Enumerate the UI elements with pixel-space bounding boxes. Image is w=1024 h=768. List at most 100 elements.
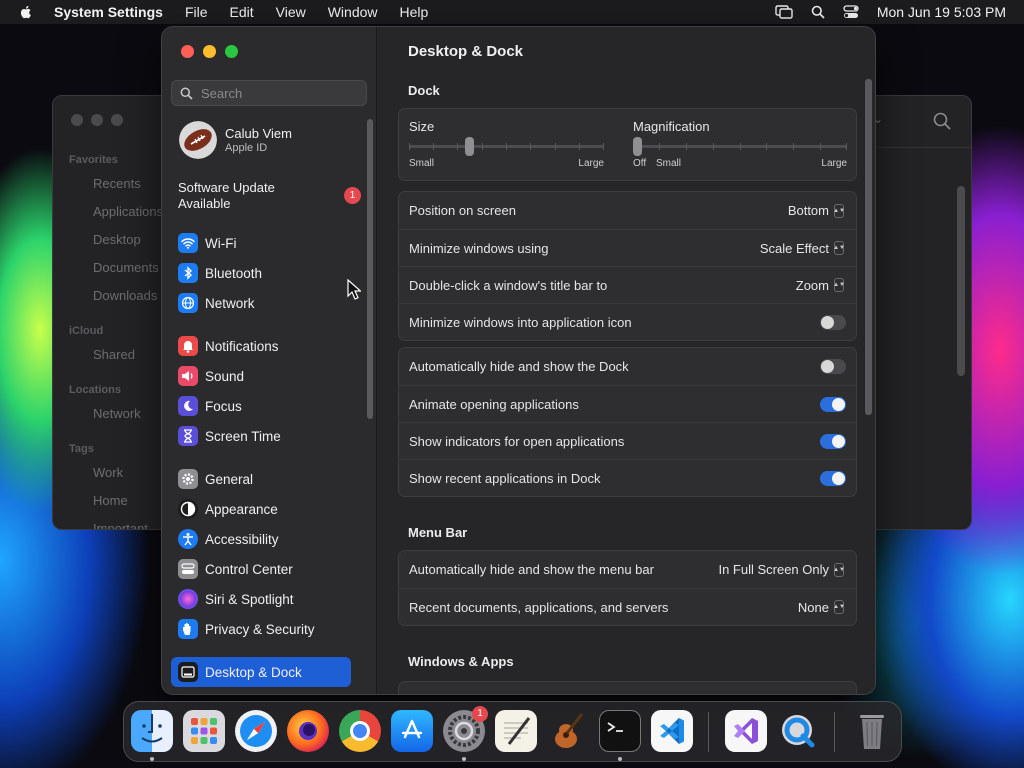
updown-arrows-icon: ▲▼ <box>833 241 845 255</box>
position-on-screen-row[interactable]: Position on screen Bottom ▲▼ <box>399 192 856 229</box>
chrome-app-icon[interactable] <box>339 710 381 752</box>
sidebar-item-wifi[interactable]: Wi-Fi <box>171 228 351 258</box>
autohide-dock-toggle[interactable] <box>820 359 846 374</box>
position-popup[interactable]: Bottom ▲▼ <box>788 203 845 218</box>
dock-separator <box>834 712 835 752</box>
finder-close-button[interactable] <box>71 114 83 126</box>
finder-app-icon[interactable] <box>131 710 173 752</box>
textedit-app-icon[interactable] <box>495 710 537 752</box>
apple-logo-icon[interactable] <box>18 4 34 20</box>
size-max-label: Large <box>578 158 604 169</box>
double-click-title-row[interactable]: Double-click a window's title bar to Zoo… <box>399 266 856 303</box>
popup-value: Scale Effect <box>759 240 829 256</box>
launchpad-app-icon[interactable] <box>183 710 225 752</box>
size-slider[interactable]: Size Small Large <box>409 109 604 181</box>
sidebar-item-sound[interactable]: Sound <box>171 361 351 391</box>
minimize-into-icon-row[interactable]: Minimize windows into application icon <box>399 303 856 340</box>
magnification-slider-thumb[interactable] <box>633 137 642 156</box>
updown-arrows-icon: ▲▼ <box>833 203 845 218</box>
sidebar-item-notifications[interactable]: Notifications <box>171 331 351 361</box>
spotlight-search-icon[interactable] <box>811 5 825 19</box>
sidebar-item-siri-spotlight[interactable]: Siri & Spotlight <box>171 584 351 614</box>
finder-item-documents[interactable]: Documents <box>93 260 163 275</box>
minimize-effect-popup[interactable]: Scale Effect ▲▼ <box>759 240 845 256</box>
sidebar-item-control-center[interactable]: Control Center <box>171 554 351 584</box>
firefox-app-icon[interactable] <box>287 710 329 752</box>
instruments-app-icon[interactable] <box>547 710 589 752</box>
minimize-effect-row[interactable]: Minimize windows using Scale Effect ▲▼ <box>399 229 856 266</box>
finder-scrollbar[interactable] <box>957 186 965 376</box>
sidebar-item-network[interactable]: Network <box>171 288 351 318</box>
finder-item-recents[interactable]: Recents <box>93 176 163 191</box>
menu-view[interactable]: View <box>276 4 306 20</box>
animate-opening-row[interactable]: Animate opening applications <box>399 385 856 422</box>
menu-help[interactable]: Help <box>400 4 429 20</box>
section-title-windows-apps: Windows & Apps <box>408 654 514 669</box>
minimize-button[interactable] <box>203 45 216 58</box>
screen-mirroring-icon[interactable] <box>775 5 793 19</box>
finder-item-desktop[interactable]: Desktop <box>93 232 163 247</box>
sidebar-item-bluetooth[interactable]: Bluetooth <box>171 258 351 288</box>
finder-item-network[interactable]: Network <box>93 406 163 421</box>
menu-app-name[interactable]: System Settings <box>54 4 163 20</box>
sidebar-item-appearance[interactable]: Appearance <box>171 494 351 524</box>
finder-item-shared[interactable]: Shared <box>93 347 163 362</box>
finder-item-work[interactable]: Work <box>93 465 163 480</box>
double-click-popup[interactable]: Zoom ▲▼ <box>796 278 845 293</box>
finder-item-important[interactable]: Important <box>93 521 163 529</box>
autohide-menubar-popup[interactable]: In Full Screen Only ▲▼ <box>718 562 845 577</box>
finder-item-home[interactable]: Home <box>93 493 163 508</box>
menu-window[interactable]: Window <box>328 4 378 20</box>
show-recent-apps-row[interactable]: Show recent applications in Dock <box>399 459 856 496</box>
content-scrollbar[interactable] <box>865 79 872 415</box>
sidebar-item-accessibility[interactable]: Accessibility <box>171 524 351 554</box>
quicktime-app-icon[interactable] <box>777 710 819 752</box>
finder-item-downloads[interactable]: Downloads <box>93 288 163 303</box>
sidebar-scrollbar[interactable] <box>367 119 373 419</box>
autohide-menubar-row[interactable]: Automatically hide and show the menu bar… <box>399 551 856 588</box>
menu-clock[interactable]: Mon Jun 19 5:03 PM <box>877 4 1006 20</box>
animate-opening-toggle[interactable] <box>820 396 846 412</box>
finder-item-applications[interactable]: Applications <box>93 204 163 219</box>
trash-icon[interactable] <box>851 710 893 752</box>
control-center-menu-icon[interactable] <box>843 5 859 19</box>
zoom-button[interactable] <box>225 45 238 58</box>
show-indicators-row[interactable]: Show indicators for open applications <box>399 422 856 459</box>
menu-file[interactable]: File <box>185 4 208 20</box>
apple-id-account[interactable]: Calub Viem Apple ID <box>179 121 292 159</box>
safari-app-icon[interactable] <box>235 710 277 752</box>
vscode-app-icon[interactable] <box>651 710 693 752</box>
app-store-app-icon[interactable] <box>391 710 433 752</box>
sidebar-item-desktop-dock[interactable]: Desktop & Dock <box>171 657 351 687</box>
show-recent-apps-toggle[interactable] <box>820 470 846 486</box>
menu-edit[interactable]: Edit <box>230 4 254 20</box>
close-button[interactable] <box>181 45 194 58</box>
autohide-dock-row[interactable]: Automatically hide and show the Dock <box>399 348 856 385</box>
finder-zoom-button[interactable] <box>111 114 123 126</box>
mouse-cursor-icon <box>347 279 361 300</box>
search-input[interactable]: Search <box>171 80 367 106</box>
wifi-icon <box>178 233 198 253</box>
size-slider-thumb[interactable] <box>465 137 474 156</box>
sidebar-item-privacy-security[interactable]: Privacy & Security <box>171 614 351 644</box>
magnification-slider[interactable]: Magnification Off Small Large <box>633 109 847 181</box>
user-subtitle: Apple ID <box>225 142 268 154</box>
recent-documents-row[interactable]: Recent documents, applications, and serv… <box>399 588 856 625</box>
row-label: Automatically hide and show the menu bar <box>409 562 654 577</box>
sidebar-item-focus[interactable]: Focus <box>171 391 351 421</box>
finder-minimize-button[interactable] <box>91 114 103 126</box>
magnification-label: Magnification <box>633 119 710 134</box>
sidebar-item-general[interactable]: General <box>171 464 351 494</box>
visual-studio-app-icon[interactable] <box>725 710 767 752</box>
gear-icon <box>178 469 198 489</box>
software-update-item[interactable]: Software Update Available 1 <box>178 180 368 212</box>
sidebar-item-screen-time[interactable]: Screen Time <box>171 421 351 451</box>
finder-search-icon[interactable] <box>933 112 951 130</box>
show-indicators-toggle[interactable] <box>820 433 846 449</box>
minimize-into-icon-toggle[interactable] <box>820 314 846 330</box>
globe-icon <box>178 293 198 313</box>
updown-arrows-icon: ▲▼ <box>833 562 845 577</box>
recent-documents-popup[interactable]: None ▲▼ <box>798 600 845 615</box>
finder-toolbar <box>876 96 971 148</box>
terminal-app-icon[interactable] <box>599 710 641 752</box>
